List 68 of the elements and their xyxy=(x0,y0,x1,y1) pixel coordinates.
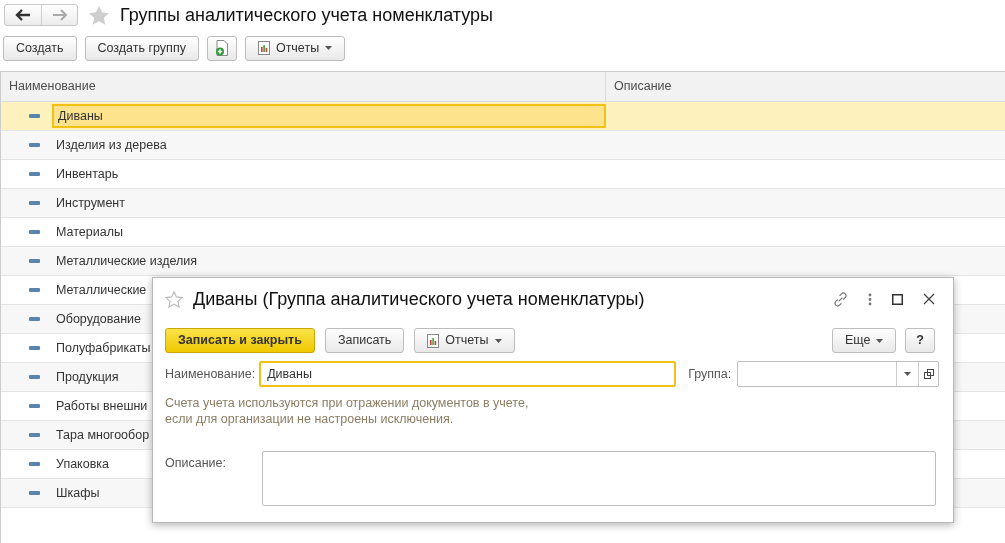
table-cell: Диваны xyxy=(52,104,606,128)
reports-menu-button[interactable]: Отчеты xyxy=(244,35,346,61)
more-icon[interactable] xyxy=(868,292,872,306)
table-cell-text: Тара многообор xyxy=(55,426,151,444)
create-button[interactable]: Создать группу xyxy=(84,35,199,61)
link-icon[interactable] xyxy=(833,291,848,307)
group-icon xyxy=(29,201,40,205)
save-button[interactable]: Записать xyxy=(324,328,405,353)
group-icon xyxy=(29,114,40,118)
group-icon xyxy=(29,259,40,263)
column-header[interactable]: Описание xyxy=(606,72,680,101)
group-icon xyxy=(29,462,40,466)
group-icon xyxy=(29,230,40,234)
caret-icon xyxy=(494,338,502,343)
help-button[interactable]: ? xyxy=(905,328,935,353)
maximize-icon[interactable] xyxy=(892,293,903,305)
table-cell-text: Металлические xyxy=(55,281,148,299)
reports-menu-button[interactable]: Отчеты xyxy=(414,328,515,353)
hint-text: Счета учета используются при отражении документов в учете, если для организации не настроены исключения. xyxy=(165,395,530,427)
group-icon xyxy=(29,491,40,495)
more-menu-button[interactable]: Еще xyxy=(831,328,897,353)
table-row[interactable]: Изделия из дерева xyxy=(1,131,1005,160)
table-cell-text: Полуфабрикаты xyxy=(55,339,152,357)
table-cell-text: Инструмент xyxy=(55,194,126,212)
table-row[interactable]: Инструмент xyxy=(1,189,1005,218)
group-icon xyxy=(29,375,40,379)
left-arrow-icon xyxy=(15,9,31,21)
group-icon xyxy=(29,172,40,176)
table-cell-text: Упаковка xyxy=(55,455,110,473)
star-icon[interactable] xyxy=(88,4,110,26)
save-close-button[interactable]: Записать и закрыть xyxy=(165,328,315,353)
field-label: Группа: xyxy=(688,365,732,383)
report-icon xyxy=(257,41,270,55)
field-label: Наименование: xyxy=(165,365,256,383)
group-icon xyxy=(29,288,40,292)
table-cell-text: Оборудование xyxy=(55,310,143,328)
right-arrow-icon xyxy=(51,9,68,21)
description-field[interactable] xyxy=(262,451,936,506)
add-document-icon xyxy=(214,40,229,56)
dropdown-icon[interactable] xyxy=(904,372,912,376)
table-cell-text: Инвентарь xyxy=(55,165,120,183)
group-field[interactable] xyxy=(737,361,940,387)
report-icon xyxy=(427,333,440,348)
name-field[interactable]: Диваны xyxy=(259,361,677,387)
group-icon xyxy=(29,143,40,147)
window-title: Группы аналитического учета номенклатуры xyxy=(120,3,493,27)
table-row[interactable]: Металлические изделия xyxy=(1,247,1005,276)
group-icon xyxy=(29,317,40,321)
group-icon xyxy=(29,433,40,437)
table-row[interactable]: Диваны xyxy=(1,102,1005,131)
table-cell-text: Металлические изделия xyxy=(55,252,199,270)
group-icon xyxy=(29,346,40,350)
star-icon[interactable] xyxy=(165,290,183,308)
dialog-title: Диваны (Группа аналитического учета номенклатуры) xyxy=(193,287,645,311)
table-cell-text: Материалы xyxy=(55,223,124,241)
caret-icon xyxy=(876,338,884,343)
table-cell-text: Работы внешни xyxy=(55,397,149,415)
table-cell-text: Изделия из дерева xyxy=(55,136,168,154)
open-icon[interactable] xyxy=(923,369,934,379)
create-button[interactable]: Создать xyxy=(3,35,77,61)
table-cell-text: Шкафы xyxy=(55,484,101,502)
column-header[interactable]: Наименование xyxy=(1,72,606,101)
group-icon xyxy=(29,404,40,408)
table-cell-text: Продукция xyxy=(55,368,120,386)
field-label: Описание: xyxy=(165,455,227,472)
caret-icon xyxy=(325,46,333,50)
close-icon[interactable] xyxy=(923,293,935,305)
add-button[interactable] xyxy=(206,35,237,61)
